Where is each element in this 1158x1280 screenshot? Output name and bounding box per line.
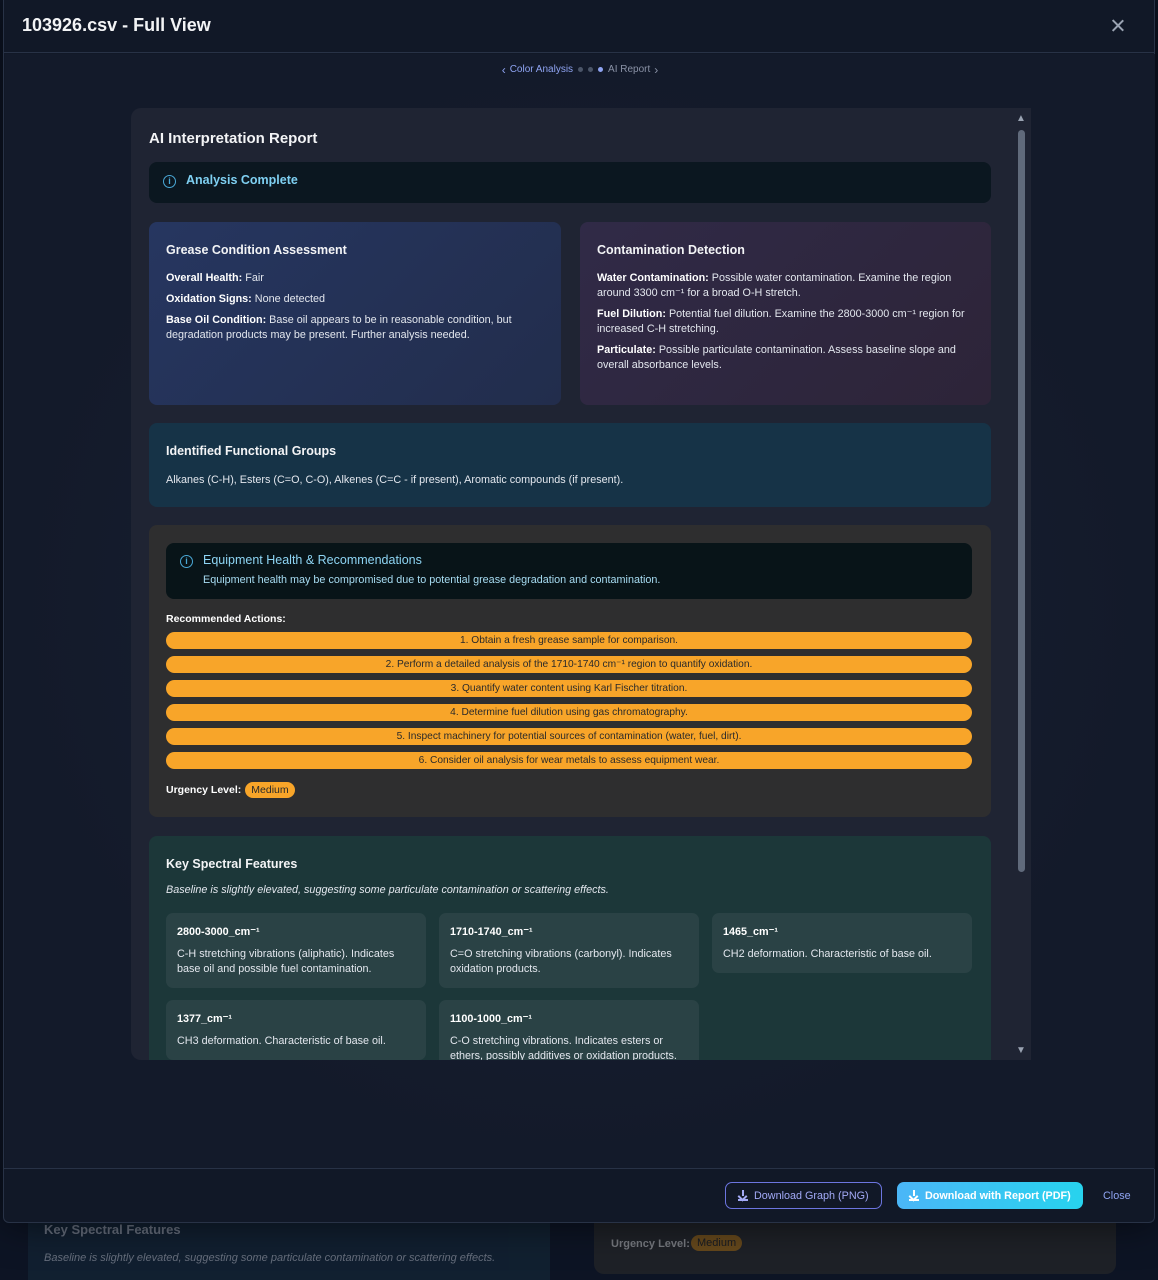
spectral-title: Key Spectral Features <box>166 857 298 871</box>
functional-groups-card: Identified Functional Groups Alkanes (C-… <box>149 423 991 507</box>
action-item: 1. Obtain a fresh grease sample for comp… <box>166 632 972 649</box>
grease-condition-card: Grease Condition Assessment Overall Heal… <box>149 222 561 405</box>
recommended-actions-label: Recommended Actions: <box>166 613 286 625</box>
chevron-left-icon: ‹ <box>501 62 506 77</box>
spectral-feature: 1465_cm⁻¹ CH2 deformation. Characteristi… <box>712 913 972 973</box>
feature-key: 1377_cm⁻¹ <box>177 1013 232 1025</box>
step-dot[interactable] <box>578 67 584 72</box>
contamination-item-label: Fuel Dilution: <box>597 308 666 320</box>
urgency-level: Urgency Level: Medium <box>166 782 295 798</box>
urgency-label: Urgency Level: <box>166 784 242 796</box>
equipment-health-alert: i Equipment Health & Recommendations Equ… <box>166 543 972 599</box>
grease-card-title: Grease Condition Assessment <box>166 243 347 257</box>
analysis-status-alert: i Analysis Complete <box>149 162 991 203</box>
functional-groups-title: Identified Functional Groups <box>166 444 337 458</box>
download-graph-button[interactable]: Download Graph (PNG) <box>725 1182 882 1209</box>
close-label: Close <box>1103 1189 1131 1202</box>
grease-item: Base Oil Condition: Base oil appears to … <box>166 313 544 343</box>
full-view-modal: 103926.csv - Full View ‹ Color Analysis … <box>3 0 1155 1223</box>
action-item: 6. Consider oil analysis for wear metals… <box>166 752 972 769</box>
spectral-feature: 2800-3000_cm⁻¹ C-H stretching vibrations… <box>166 913 426 988</box>
report-scrollbar[interactable]: ▲ ▼ <box>1011 108 1031 1060</box>
feature-value: C-H stretching vibrations (aliphatic). I… <box>177 948 395 975</box>
equipment-health-card: i Equipment Health & Recommendations Equ… <box>149 525 991 817</box>
step-prev-link[interactable]: ‹ Color Analysis <box>501 62 574 77</box>
action-item: 3. Quantify water content using Karl Fis… <box>166 680 972 697</box>
step-current-label: AI Report <box>608 64 651 75</box>
download-icon <box>909 1190 919 1201</box>
spectral-features-card: Key Spectral Features Baseline is slight… <box>149 836 991 1060</box>
background-urgency-label: Urgency Level: <box>611 1238 690 1250</box>
action-item: 5. Inspect machinery for potential sourc… <box>166 728 972 745</box>
urgency-badge: Medium <box>245 782 295 798</box>
close-button[interactable]: Close <box>1091 1182 1143 1209</box>
chevron-right-icon: › <box>654 62 659 77</box>
info-icon: i <box>180 555 193 568</box>
scroll-down-arrow-icon[interactable]: ▼ <box>1016 1046 1026 1056</box>
grease-item-label: Overall Health: <box>166 272 243 284</box>
grease-item-label: Oxidation Signs: <box>166 293 252 305</box>
feature-key: 2800-3000_cm⁻¹ <box>177 926 260 938</box>
report-title: AI Interpretation Report <box>149 130 318 147</box>
contamination-item-label: Particulate: <box>597 344 656 356</box>
info-icon: i <box>163 175 176 188</box>
step-dot-active[interactable] <box>598 67 604 72</box>
close-icon[interactable] <box>1108 16 1128 36</box>
modal-title: 103926.csv - Full View <box>22 15 211 35</box>
feature-value: C=O stretching vibrations (carbonyl). In… <box>450 948 672 975</box>
grease-item-value: Fair <box>245 272 264 284</box>
download-graph-label: Download Graph (PNG) <box>754 1189 869 1202</box>
download-report-label: Download with Report (PDF) <box>925 1189 1071 1202</box>
recommended-actions-list: 1. Obtain a fresh grease sample for comp… <box>166 632 972 776</box>
spectral-feature: 1377_cm⁻¹ CH3 deformation. Characteristi… <box>166 1000 426 1060</box>
step-dot[interactable] <box>588 67 594 72</box>
modal-header: 103926.csv - Full View <box>4 0 1154 53</box>
ai-report-panel: AI Interpretation Report i Analysis Comp… <box>131 108 1031 1060</box>
background-spectral-title: Key Spectral Features <box>44 1222 181 1237</box>
modal-body: ‹ Color Analysis AI Report › AI Interpre… <box>5 54 1155 1169</box>
functional-groups-text: Alkanes (C-H), Esters (C=O, C-O), Alkene… <box>166 474 624 486</box>
download-report-button[interactable]: Download with Report (PDF) <box>897 1182 1083 1209</box>
feature-value: CH3 deformation. Characteristic of base … <box>177 1035 386 1047</box>
step-current-link[interactable]: AI Report › <box>608 62 659 77</box>
action-item: 2. Perform a detailed analysis of the 17… <box>166 656 972 673</box>
background-spectral-subtitle: Baseline is slightly elevated, suggestin… <box>44 1252 496 1264</box>
equipment-health-heading: Equipment Health & Recommendations <box>203 553 422 567</box>
analysis-status-text: Analysis Complete <box>186 173 298 187</box>
modal-footer: Download Graph (PNG) Download with Repor… <box>4 1168 1154 1222</box>
action-item: 4. Determine fuel dilution using gas chr… <box>166 704 972 721</box>
contamination-card: Contamination Detection Water Contaminat… <box>580 222 991 405</box>
spectral-subtitle: Baseline is slightly elevated, suggestin… <box>166 884 609 896</box>
download-icon <box>738 1190 748 1201</box>
spectral-feature: 1100-1000_cm⁻¹ C-O stretching vibrations… <box>439 1000 699 1060</box>
contamination-item: Particulate: Possible particulate contam… <box>597 343 974 373</box>
report-stepper: ‹ Color Analysis AI Report › <box>5 64 1155 77</box>
spectral-feature: 1710-1740_cm⁻¹ C=O stretching vibrations… <box>439 913 699 988</box>
grease-item: Overall Health: Fair <box>166 271 544 286</box>
grease-item-label: Base Oil Condition: <box>166 314 267 326</box>
background-urgency-badge: Medium <box>691 1235 743 1251</box>
contamination-item: Fuel Dilution: Potential fuel dilution. … <box>597 307 974 337</box>
step-prev-label: Color Analysis <box>509 64 574 75</box>
grease-item: Oxidation Signs: None detected <box>166 292 544 307</box>
feature-key: 1465_cm⁻¹ <box>723 926 778 938</box>
equipment-health-description: Equipment health may be compromised due … <box>203 574 661 586</box>
feature-key: 1710-1740_cm⁻¹ <box>450 926 533 938</box>
scroll-up-arrow-icon[interactable]: ▲ <box>1016 114 1026 124</box>
scroll-thumb[interactable] <box>1018 130 1025 872</box>
contamination-item: Water Contamination: Possible water cont… <box>597 271 974 301</box>
feature-value: C-O stretching vibrations. Indicates est… <box>450 1035 677 1060</box>
feature-key: 1100-1000_cm⁻¹ <box>450 1013 532 1025</box>
contamination-card-title: Contamination Detection <box>597 243 745 257</box>
grease-item-value: None detected <box>254 293 326 305</box>
feature-value: CH2 deformation. Characteristic of base … <box>723 948 932 960</box>
contamination-item-label: Water Contamination: <box>597 272 709 284</box>
